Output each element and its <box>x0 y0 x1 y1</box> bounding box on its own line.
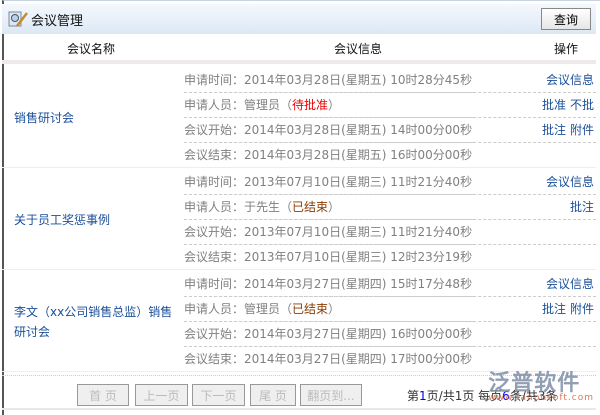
watermark-logo: 泛普软件 www.fanpusoft.com <box>488 371 594 403</box>
status-badge: 已结束 <box>292 200 329 214</box>
ops-group: 会议信息 <box>474 272 594 297</box>
ops-group: 会议信息 <box>474 170 594 195</box>
table-header: 会议名称 会议信息 操作 <box>2 36 596 64</box>
status-badge: 待批准 <box>292 98 329 112</box>
meeting-start: 会议开始：2013年07月10日(星期三) 11时21分40秒 <box>184 220 474 245</box>
meeting-applicant: 申请人员：管理员（已结束） <box>184 297 474 322</box>
ops-group: 批注 附件 <box>474 297 594 322</box>
meeting-apply-time: 申请时间：2014年03月28日(星期五) 10时28分45秒 <box>184 68 474 93</box>
op-link[interactable]: 批注 <box>542 123 566 137</box>
meeting-end: 会议结束：2013年07月10日(星期三) 12时23分19秒 <box>184 250 473 264</box>
query-button[interactable]: 查询 <box>541 8 591 30</box>
ops-group: 批注 附件 <box>474 118 594 143</box>
meeting-applicant: 申请人员：于先生（已结束） <box>184 195 474 220</box>
op-link[interactable]: 附件 <box>570 123 594 137</box>
meeting-row: 李文（xx公司销售总监）销售研讨会 申请时间：2014年03月27日(星期四) 1… <box>2 272 596 372</box>
title-bar: 会议管理 查询 <box>2 4 596 34</box>
header-info: 会议信息 <box>333 41 382 56</box>
last-page-button[interactable]: 尾 页 <box>250 384 296 406</box>
next-page-button[interactable]: 下一页 <box>192 384 245 406</box>
meeting-row: 销售研讨会 申请时间：2014年03月28日(星期五) 10时28分45秒 会议信息… <box>2 68 596 168</box>
meeting-end: 会议结束：2014年03月28日(星期五) 16时00分00秒 <box>184 148 473 162</box>
op-link[interactable]: 批准 <box>542 98 566 112</box>
meeting-apply-time: 申请时间：2014年03月27日(星期四) 15时17分48秒 <box>184 272 474 297</box>
prev-page-button[interactable]: 上一页 <box>135 384 188 406</box>
op-link[interactable]: 附件 <box>570 302 594 316</box>
ops-group: 会议信息 <box>474 68 594 93</box>
ops-group: 批准 不批 <box>474 93 594 118</box>
edit-search-icon <box>8 10 28 28</box>
header-name: 会议名称 <box>66 41 115 56</box>
op-link[interactable]: 批注 <box>570 200 594 214</box>
meeting-name-link[interactable]: 关于员工奖惩事例 <box>2 170 180 270</box>
page-title: 会议管理 <box>31 13 84 29</box>
meeting-name-link[interactable]: 李文（xx公司销售总监）销售研讨会 <box>2 272 180 372</box>
meeting-end: 会议结束：2014年03月27日(星期四) 17时00分00秒 <box>184 352 473 366</box>
meeting-row: 关于员工奖惩事例 申请时间：2013年07月10日(星期三) 11时21分40秒会… <box>2 170 596 270</box>
op-link[interactable]: 会议信息 <box>546 277 594 291</box>
op-link[interactable]: 不批 <box>570 98 594 112</box>
header-ops: 操作 <box>553 41 578 56</box>
op-link[interactable]: 会议信息 <box>546 73 594 87</box>
op-link[interactable]: 批注 <box>542 302 566 316</box>
status-badge: 已结束 <box>292 302 329 316</box>
meeting-name-link[interactable]: 销售研讨会 <box>2 68 180 168</box>
ops-group: 批注 <box>474 195 594 220</box>
meeting-start: 会议开始：2014年03月28日(星期五) 14时00分00秒 <box>184 118 474 143</box>
first-page-button[interactable]: 首 页 <box>77 384 129 406</box>
goto-page-button[interactable]: 翻页到... <box>300 384 362 406</box>
op-link[interactable]: 会议信息 <box>546 175 594 189</box>
meeting-applicant: 申请人员：管理员（待批准） <box>184 93 474 118</box>
meeting-start: 会议开始：2014年03月27日(星期四) 16时00分00秒 <box>184 322 474 347</box>
meeting-apply-time: 申请时间：2013年07月10日(星期三) 11时21分40秒 <box>184 170 474 195</box>
